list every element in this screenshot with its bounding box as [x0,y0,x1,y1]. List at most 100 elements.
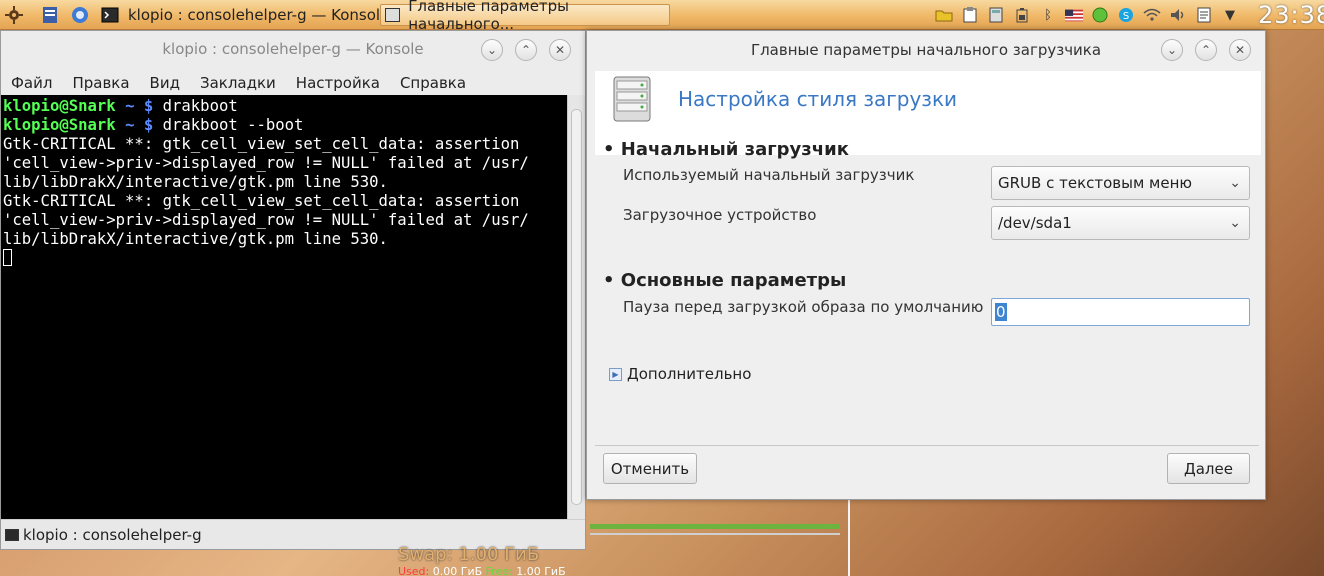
terminal-line: lib/libDrakX/interactive/gtk.pm line 530… [3,230,388,248]
task-konsole[interactable]: klopio : consolehelper-g — Konsole [128,4,389,26]
terminal-line: Gtk-CRITICAL **: gtk_cell_view_set_cell_… [3,135,520,153]
maximize-button[interactable]: ⌃ [1195,39,1217,61]
session-tab[interactable]: klopio : consolehelper-g [5,523,202,547]
folder-icon[interactable] [935,6,953,24]
header-title: Настройка стиля загрузки [678,87,958,111]
chevron-down-icon: ⌄ [1229,215,1241,231]
close-button[interactable]: ✕ [549,39,571,61]
prompt-path: ~ [125,97,135,115]
tray-expand-arrow-icon[interactable]: ▼ [1221,6,1239,24]
konsole-window-buttons: ⌄ ⌃ ✕ [481,39,571,61]
section-bootloader: • Начальный загрузчик [603,139,849,160]
wifi-icon[interactable] [1143,6,1161,24]
used-label: Used: [398,565,430,576]
window-icon [385,8,401,22]
chevron-down-icon: ⌄ [486,43,498,57]
taskbar: klopio : consolehelper-g — Konsole Главн… [0,0,1324,33]
free-label: Free: [485,565,513,576]
menu-settings[interactable]: Настройка [286,71,390,95]
battery-icon[interactable] [1013,6,1031,24]
dialog-window-buttons: ⌄ ⌃ ✕ [1161,39,1251,61]
terminal-scrollbar[interactable] [567,95,585,519]
chevron-down-icon: ⌄ [1229,175,1241,191]
volume-icon[interactable] [1169,6,1187,24]
bootloader-dialog: Главные параметры начального загрузчика … [586,30,1266,500]
used-value: 0.00 ГиБ [432,565,483,576]
close-button[interactable]: ✕ [1229,39,1251,61]
menu-help[interactable]: Справка [390,71,476,95]
terminal-icon [5,529,19,541]
terminal-launcher-icon[interactable] [100,5,120,25]
pause-input-value: 0 [995,303,1007,321]
session-tab-label: klopio : consolehelper-g [23,526,202,544]
bootloader-label: Используемый начальный загрузчик [623,166,915,184]
minimize-button[interactable]: ⌄ [1161,39,1183,61]
boot-device-select[interactable]: /dev/sda1 ⌄ [991,206,1250,240]
command-text: drakboot --boot [162,116,304,134]
menu-view[interactable]: Вид [140,71,190,95]
keyboard-layout-flag-icon[interactable] [1065,6,1083,24]
notes-icon[interactable] [1195,6,1213,24]
memory-usage-bar [590,524,840,529]
close-icon: ✕ [554,43,566,57]
maximize-button[interactable]: ⌃ [515,39,537,61]
widget-divider [848,500,850,576]
clock[interactable]: 23:38 [1258,0,1324,30]
terminal-cursor [3,249,12,266]
document-icon[interactable] [40,5,60,25]
next-button[interactable]: Далее [1167,453,1250,484]
swap-usage-bar [590,533,840,535]
prompt-symbol: $ [143,97,154,115]
chevron-up-icon: ⌃ [520,43,532,57]
clipboard-icon[interactable] [961,6,979,24]
prompt-symbol: $ [143,116,154,134]
cancel-button[interactable]: Отменить [603,453,697,484]
chevron-down-icon: ⌄ [1166,43,1178,57]
terminal-output[interactable]: klopio@Snark ~ $ drakboot klopio@Snark ~ … [1,95,567,519]
free-value: 1.00 ГиБ [516,565,566,576]
boot-device-label: Загрузочное устройство [623,206,817,224]
task-bootloader-dialog[interactable]: Главные параметры начального... [380,0,670,33]
advanced-label: Дополнительно [627,365,752,383]
prompt-user: klopio@Snark [3,116,116,134]
terminal-line: 'cell_view->priv->displayed_row != NULL'… [3,211,529,229]
menu-file[interactable]: Файл [1,71,62,95]
close-icon: ✕ [1234,43,1246,57]
task-konsole-label: klopio : consolehelper-g — Konsole [128,6,390,24]
swap-usage-text: Used: 0.00 ГиБ Free: 1.00 ГиБ [398,565,566,576]
minimize-button[interactable]: ⌄ [481,39,503,61]
terminal-line: klopio@Snark ~ $ drakboot [3,97,565,116]
scrollbar-thumb[interactable] [571,109,582,505]
chevron-up-icon: ⌃ [1200,43,1212,57]
terminal-line: 'cell_view->priv->displayed_row != NULL'… [3,154,529,172]
terminal-line: lib/libDrakX/interactive/gtk.pm line 530… [3,173,388,191]
task-dialog-label: Главные параметры начального... [408,0,570,33]
terminal-line: klopio@Snark ~ $ drakboot --boot [3,116,565,135]
prompt-user: klopio@Snark [3,97,116,115]
network-status-icon[interactable] [1091,6,1109,24]
section-main-options: • Основные параметры [603,270,847,291]
command-text: drakboot [162,97,238,115]
terminal-line [3,249,565,268]
pause-label: Пауза перед загрузкой образа по умолчани… [623,298,984,316]
menu-bookmarks[interactable]: Закладки [190,71,286,95]
bluetooth-icon[interactable]: ᛒ [1039,6,1057,24]
svg-text:S: S [1123,11,1129,22]
prompt-path: ~ [125,116,135,134]
konsole-window: klopio : consolehelper-g — Konsole ⌄ ⌃ ✕… [0,30,586,550]
app-launcher-icon[interactable] [4,5,24,25]
bootloader-select-value: GRUB с текстовым меню [998,174,1193,192]
server-icon [613,76,651,122]
konsole-menubar: Файл Правка Вид Закладки Настройка Справ… [1,71,585,95]
browser-icon[interactable] [70,5,90,25]
dialog-separator [595,445,1259,446]
terminal-line: Gtk-CRITICAL **: gtk_cell_view_set_cell_… [3,192,520,210]
pause-input[interactable]: 0 [991,298,1250,326]
bootloader-select[interactable]: GRUB с текстовым меню ⌄ [991,166,1250,200]
swap-label: Swap: 1.00 ГиБ [398,544,540,565]
menu-edit[interactable]: Правка [62,71,139,95]
skype-icon[interactable]: S [1117,6,1135,24]
advanced-expander[interactable]: ▶ Дополнительно [609,365,751,383]
calculator-icon[interactable] [987,6,1005,24]
boot-device-select-value: /dev/sda1 [998,214,1072,232]
